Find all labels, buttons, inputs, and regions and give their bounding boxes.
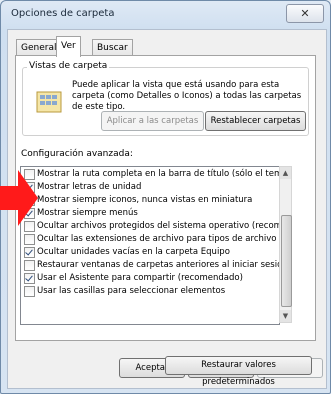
apply-to-folders-button[interactable]: Aplicar a las carpetas — [101, 111, 204, 131]
advanced-settings-list[interactable]: Mostrar la ruta completa en la barra de … — [20, 166, 280, 325]
list-item-label: Mostrar siempre menús — [37, 208, 138, 218]
advanced-settings-label: Configuración avanzada: — [21, 149, 133, 159]
folder-views-group-label: Vistas de carpeta — [27, 61, 110, 71]
reset-folders-button[interactable]: Restablecer carpetas — [205, 111, 306, 131]
checkbox[interactable] — [24, 234, 35, 245]
scroll-thumb[interactable] — [281, 215, 292, 307]
list-item-label: Mostrar letras de unidad — [37, 182, 142, 192]
list-item-label: Mostrar la ruta completa en la barra de … — [37, 169, 280, 179]
list-item-label: Mostrar siempre iconos, nunca vistas en … — [37, 195, 253, 205]
tab-buscar[interactable]: Buscar — [92, 39, 133, 56]
restore-defaults-button[interactable]: Restaurar valores predeterminados — [165, 356, 312, 387]
tab-ver[interactable]: Ver — [56, 36, 81, 57]
list-item-label: Usar las casillas para seleccionar eleme… — [37, 286, 226, 296]
checkbox[interactable] — [24, 247, 35, 258]
tab-general[interactable]: General — [16, 39, 62, 56]
folder-options-window: Opciones de carpeta ✕ General Ver Buscar… — [0, 0, 331, 394]
window-title: Opciones de carpeta — [11, 8, 115, 19]
folder-views-group: Vistas de carpeta Puede aplicar la vista… — [22, 61, 309, 136]
checkbox[interactable] — [24, 273, 35, 284]
list-item-label: Ocultar las extensiones de archivo para … — [37, 234, 280, 244]
dialog-client-area: General Ver Buscar Vistas de carpeta Pue… — [7, 29, 327, 389]
scroll-down-icon[interactable]: ▼ — [280, 310, 291, 322]
checkbox[interactable] — [24, 260, 35, 271]
red-arrow-annotation-icon — [0, 170, 38, 226]
vertical-scrollbar[interactable]: ▲ ▼ — [279, 166, 292, 323]
checkbox[interactable] — [24, 286, 35, 297]
scroll-up-icon[interactable]: ▲ — [280, 167, 291, 179]
list-item-label: Usar el Asistente para compartir (recome… — [37, 273, 243, 283]
folder-views-description: Puede aplicar la vista que está usando p… — [72, 80, 302, 112]
close-button[interactable]: ✕ — [286, 4, 324, 23]
tab-panel-ver: Vistas de carpeta Puede aplicar la vista… — [15, 55, 316, 387]
list-item-label: Restaurar ventanas de carpetas anteriore… — [37, 260, 280, 270]
list-item-label: Ocultar unidades vacías en la carpeta Eq… — [37, 247, 230, 257]
list-item-label: Ocultar archivos protegidos del sistema … — [37, 221, 280, 231]
folder-view-icon — [36, 91, 62, 113]
